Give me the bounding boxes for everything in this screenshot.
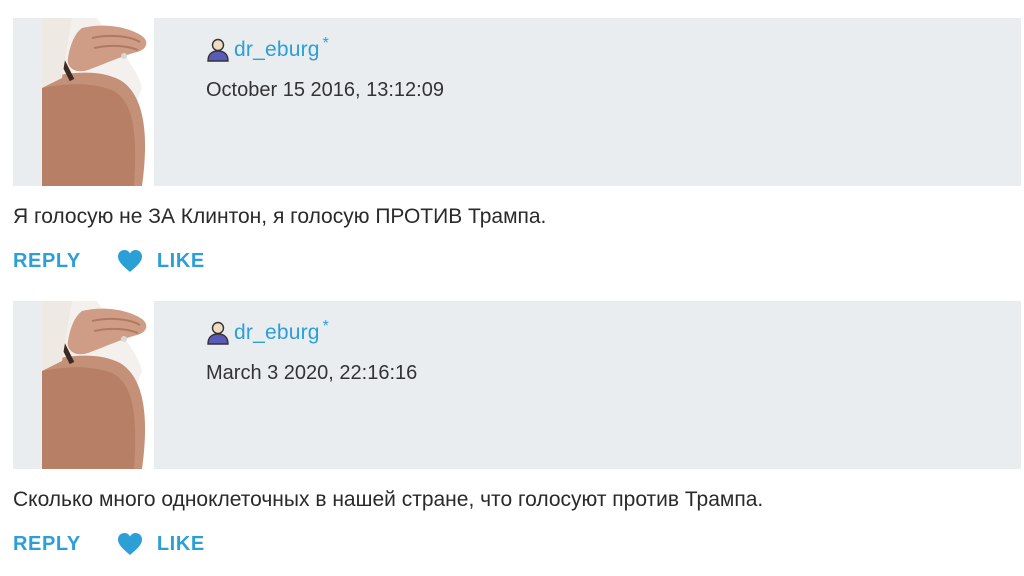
like-button[interactable]: LIKE bbox=[117, 532, 205, 556]
comment-text: Сколько много одноклеточных в нашей стра… bbox=[13, 488, 764, 511]
author-link[interactable]: dr_eburg * bbox=[205, 35, 329, 63]
author-marker: * bbox=[322, 35, 329, 52]
author-link[interactable]: dr_eburg * bbox=[205, 318, 329, 346]
like-label[interactable]: LIKE bbox=[157, 250, 205, 273]
heart-icon bbox=[117, 533, 142, 555]
reply-button[interactable]: REPLY bbox=[13, 533, 81, 556]
avatar[interactable] bbox=[42, 301, 154, 469]
comment-header: dr_eburg * March 3 2020, 22:16:16 bbox=[13, 301, 1021, 469]
comment-actions: REPLY LIKE bbox=[13, 531, 205, 557]
user-icon bbox=[207, 38, 229, 62]
avatar[interactable] bbox=[42, 18, 154, 186]
comment-timestamp[interactable]: March 3 2020, 22:16:16 bbox=[206, 362, 417, 385]
like-label[interactable]: LIKE bbox=[157, 533, 205, 556]
author-marker: * bbox=[322, 318, 329, 335]
heart-icon bbox=[117, 250, 142, 272]
like-button[interactable]: LIKE bbox=[117, 249, 205, 273]
comment-text: Я голосую не ЗА Клинтон, я голосую ПРОТИ… bbox=[13, 205, 547, 228]
comment-header: dr_eburg * October 15 2016, 13:12:09 bbox=[13, 18, 1021, 186]
author-name[interactable]: dr_eburg bbox=[234, 321, 320, 345]
user-icon bbox=[207, 321, 229, 345]
comment-actions: REPLY LIKE bbox=[13, 248, 205, 274]
comment-timestamp[interactable]: October 15 2016, 13:12:09 bbox=[206, 79, 444, 102]
reply-button[interactable]: REPLY bbox=[13, 250, 81, 273]
author-name[interactable]: dr_eburg bbox=[234, 38, 320, 62]
